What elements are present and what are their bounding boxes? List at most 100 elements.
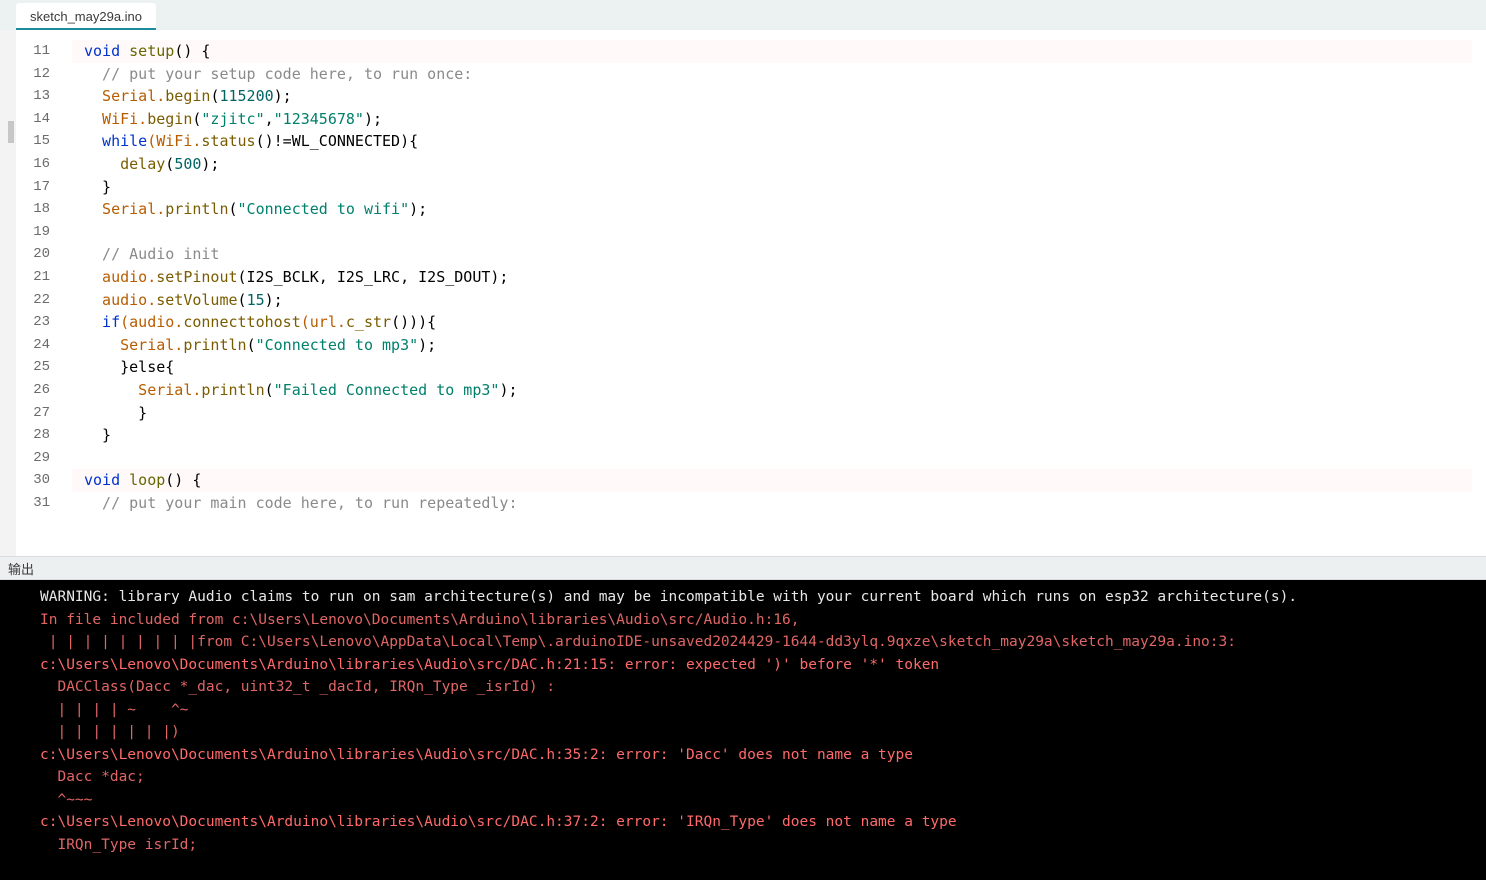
call: setVolume [156,291,237,309]
line-number: 28 [16,424,72,447]
line-number: 24 [16,334,72,357]
line-number: 21 [16,266,72,289]
text: }else{ [84,358,174,376]
text: ()!=WL_CONNECTED){ [256,132,419,150]
code-line[interactable]: // put your setup code here, to run once… [72,63,1486,86]
function: loop [120,471,165,489]
text: (I2S_BCLK, I2S_LRC, I2S_DOUT); [238,268,509,286]
code-line[interactable]: audio.setPinout(I2S_BCLK, I2S_LRC, I2S_D… [72,266,1486,289]
code-line[interactable]: void loop() { [72,469,1486,492]
code-line[interactable]: WiFi.begin("zjitc","12345678"); [72,108,1486,131]
ident: Serial. [84,336,183,354]
call: println [183,336,246,354]
output-line: IRQn_Type isrId; [40,834,1474,857]
tab-bar: sketch_may29a.ino [0,0,1486,30]
output-panel-header[interactable]: 输出 [0,556,1486,580]
output-line: | | | | ~ ^~ [40,699,1474,722]
text: ( [165,155,174,173]
text: ); [274,87,292,105]
output-line: | | | | | | | | |from C:\Users\Lenovo\Ap… [40,631,1474,654]
text: () { [174,42,210,60]
line-number-gutter: 1112131415161718192021222324252627282930… [16,30,72,556]
code-line[interactable]: Serial.println("Connected to mp3"); [72,334,1486,357]
code-line[interactable]: if(audio.connecttohost(url.c_str())){ [72,311,1486,334]
ident: Serial. [84,87,165,105]
text: ( [238,291,247,309]
code-line[interactable]: }else{ [72,356,1486,379]
call: status [201,132,255,150]
text: ( [229,200,238,218]
line-number: 26 [16,379,72,402]
code-line[interactable]: void setup() { [72,40,1486,63]
keyword: while [84,132,147,150]
code-line[interactable] [72,447,1486,470]
code-line[interactable]: Serial.println("Failed Connected to mp3"… [72,379,1486,402]
code-line[interactable]: } [72,402,1486,425]
ident: Serial. [84,200,165,218]
code-editor[interactable]: 1112131415161718192021222324252627282930… [0,30,1486,556]
code-area[interactable]: void setup() { // put your setup code he… [72,30,1486,556]
line-number: 15 [16,130,72,153]
output-line: In file included from c:\Users\Lenovo\Do… [40,609,1474,632]
output-panel[interactable]: WARNING: library Audio claims to run on … [0,580,1486,880]
editor-tab[interactable]: sketch_may29a.ino [16,3,156,30]
output-line: WARNING: library Audio claims to run on … [40,586,1474,609]
code-line[interactable]: Serial.println("Connected to wifi"); [72,198,1486,221]
keyword: void [84,42,120,60]
code-line[interactable]: } [72,176,1486,199]
code-line[interactable] [72,221,1486,244]
code-line[interactable]: audio.setVolume(15); [72,289,1486,312]
output-line: ^~~~ [40,789,1474,812]
text: , [265,110,274,128]
output-line: | | | | | | |) [40,721,1474,744]
gutter-marker [8,121,14,143]
text: () { [165,471,201,489]
ident: (WiFi. [147,132,201,150]
line-number: 29 [16,447,72,470]
comment: // put your setup code here, to run once… [84,65,472,83]
ident: WiFi. [84,110,147,128]
text: ())){ [391,313,436,331]
line-number: 27 [16,402,72,425]
line-number: 11 [16,40,72,63]
number: 15 [247,291,265,309]
code-line[interactable]: // Audio init [72,243,1486,266]
keyword: void [84,471,120,489]
code-line[interactable]: } [72,424,1486,447]
call: delay [84,155,165,173]
string: "Connected to mp3" [256,336,419,354]
gutter-strip [0,30,16,556]
comment: // Audio init [84,245,219,263]
text: ); [409,200,427,218]
line-number: 16 [16,153,72,176]
function: setup [120,42,174,60]
line-number: 18 [16,198,72,221]
line-number: 22 [16,289,72,312]
ident: (url. [301,313,346,331]
code-line[interactable]: while(WiFi.status()!=WL_CONNECTED){ [72,130,1486,153]
call: println [165,200,228,218]
code-line[interactable]: // put your main code here, to run repea… [72,492,1486,515]
line-number: 30 [16,469,72,492]
text: } [84,426,111,444]
output-line: c:\Users\Lenovo\Documents\Arduino\librar… [40,744,1474,767]
code-line[interactable]: delay(500); [72,153,1486,176]
text: ( [265,381,274,399]
call: println [201,381,264,399]
line-number: 25 [16,356,72,379]
line-number: 19 [16,221,72,244]
line-number: 13 [16,85,72,108]
number: 115200 [219,87,273,105]
ident: Serial. [84,381,201,399]
string: "zjitc" [201,110,264,128]
number: 500 [174,155,201,173]
call: begin [147,110,192,128]
call: c_str [346,313,391,331]
text: } [84,178,111,196]
editor-scrollbar[interactable] [1472,30,1486,556]
line-number: 20 [16,243,72,266]
string: "Connected to wifi" [238,200,410,218]
text: ( [247,336,256,354]
text: } [84,404,147,422]
code-line[interactable]: Serial.begin(115200); [72,85,1486,108]
